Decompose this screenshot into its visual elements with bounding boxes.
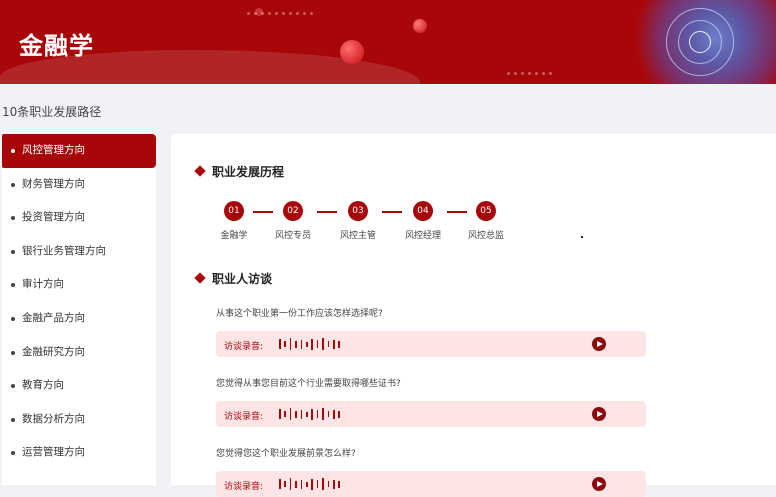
sidebar-item-label: 银行业务管理方向 xyxy=(22,244,106,257)
dot-grid-decoration xyxy=(245,2,315,21)
play-icon[interactable] xyxy=(592,407,606,421)
step-label: 风控总监 xyxy=(467,231,504,241)
interview-question: 您觉得从事您目前这个行业需要取得哪些证书? xyxy=(216,379,401,389)
audio-player: 访谈录音: xyxy=(216,331,646,357)
diamond-icon xyxy=(194,272,206,284)
career-step: 03 风控主管 xyxy=(328,201,388,241)
career-step: 05 风控总监 xyxy=(456,201,516,241)
career-path-count: 10条职业发展路径 xyxy=(2,105,102,119)
audio-label: 访谈录音: xyxy=(224,412,264,422)
step-label: 金融学 xyxy=(220,231,248,241)
sidebar-item-data-analysis[interactable]: 数据分析方向 xyxy=(2,403,156,437)
audio-label: 访谈录音: xyxy=(224,342,264,352)
waveform-icon xyxy=(279,408,344,420)
step-number: 03 xyxy=(348,201,368,221)
bullet-icon xyxy=(11,149,15,153)
decoration-circle xyxy=(340,40,364,64)
step-number: 02 xyxy=(283,201,303,221)
bullet-icon xyxy=(11,350,15,355)
career-step: 01 金融学 xyxy=(204,201,264,241)
sidebar-item-label: 教育方向 xyxy=(22,379,64,392)
waveform-icon xyxy=(279,478,344,490)
play-icon[interactable] xyxy=(592,477,606,491)
interview-question: 从事这个职业第一份工作应该怎样选择呢? xyxy=(216,309,383,319)
career-timeline: 01 金融学 02 风控专员 03 风控主管 04 风控经理 05 风控总监 xyxy=(204,201,504,246)
bullet-icon xyxy=(11,417,15,422)
sidebar-item-label: 财务管理方向 xyxy=(22,177,85,190)
step-number: 01 xyxy=(224,201,244,221)
sidebar-item-label: 运营管理方向 xyxy=(22,446,85,459)
sidebar-item-investment-management[interactable]: 投资管理方向 xyxy=(2,201,156,235)
sidebar-item-education[interactable]: 教育方向 xyxy=(2,369,156,403)
sidebar-item-finance-management[interactable]: 财务管理方向 xyxy=(2,168,156,202)
sidebar-item-label: 投资管理方向 xyxy=(22,211,85,224)
header-banner: 金融学 xyxy=(0,0,776,84)
bullet-icon xyxy=(11,384,15,389)
audio-player: 访谈录音: xyxy=(216,471,646,497)
career-section-heading: 职业发展历程 xyxy=(194,163,285,180)
bullet-icon xyxy=(11,216,15,221)
sidebar-item-banking-management[interactable]: 银行业务管理方向 xyxy=(2,235,156,269)
career-section-title: 职业发展历程 xyxy=(212,165,285,179)
stray-dot xyxy=(581,236,583,238)
sidebar-item-label: 审计方向 xyxy=(22,278,64,291)
sidebar-item-label: 数据分析方向 xyxy=(22,412,85,425)
sidebar-item-label: 金融产品方向 xyxy=(22,311,85,324)
audio-player: 访谈录音: xyxy=(216,401,646,427)
diamond-icon xyxy=(194,165,206,177)
bullet-icon xyxy=(11,451,15,456)
waveform-icon xyxy=(279,338,344,350)
tech-hand-illustration xyxy=(626,0,776,84)
step-label: 风控主管 xyxy=(339,231,376,241)
sidebar-item-risk-control[interactable]: 风控管理方向 xyxy=(2,134,156,168)
step-number: 04 xyxy=(413,201,433,221)
interview-section-heading: 职业人访谈 xyxy=(194,270,273,287)
step-label: 风控经理 xyxy=(404,231,441,241)
career-step: 02 风控专员 xyxy=(263,201,323,241)
interview-section-title: 职业人访谈 xyxy=(212,272,273,286)
main-panel: 职业发展历程 01 金融学 02 风控专员 03 风控主管 04 风控经理 05… xyxy=(171,134,776,497)
step-number: 05 xyxy=(476,201,496,221)
dot-grid-decoration xyxy=(505,62,555,84)
sidebar-item-audit[interactable]: 审计方向 xyxy=(2,268,156,302)
sidebar-item-label: 金融研究方向 xyxy=(22,345,85,358)
interview-question: 您觉得您这个职业发展前景怎么样? xyxy=(216,449,356,459)
career-step: 04 风控经理 xyxy=(393,201,453,241)
bullet-icon xyxy=(11,316,15,321)
sidebar: 风控管理方向 财务管理方向 投资管理方向 银行业务管理方向 审计方向 金融产品方… xyxy=(2,134,156,485)
bullet-icon xyxy=(11,283,15,288)
sidebar-item-financial-research[interactable]: 金融研究方向 xyxy=(2,336,156,370)
page-title: 金融学 xyxy=(19,32,94,60)
sidebar-item-label: 风控管理方向 xyxy=(22,144,85,156)
step-label: 风控专员 xyxy=(274,231,311,241)
sidebar-item-financial-products[interactable]: 金融产品方向 xyxy=(2,302,156,336)
audio-label: 访谈录音: xyxy=(224,482,264,492)
decoration-circle xyxy=(413,19,427,33)
sidebar-item-operations[interactable]: 运营管理方向 xyxy=(2,436,156,470)
bullet-icon xyxy=(11,249,15,254)
play-icon[interactable] xyxy=(592,337,606,351)
bullet-icon xyxy=(11,182,15,187)
